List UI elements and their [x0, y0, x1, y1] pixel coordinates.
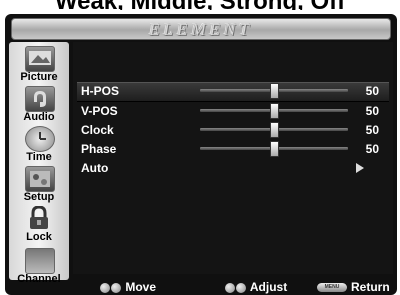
slider-thumb[interactable] — [270, 122, 279, 138]
brand-bar: ELEMENT — [11, 18, 391, 40]
menu-row-clock[interactable]: Clock 50 — [77, 122, 389, 140]
menu-panel: H-POS 50 V-POS 50 Clock 50 Phase 50 Auto — [73, 42, 393, 274]
osd-menu: ELEMENT Picture Audio Time Setup Lock Ch… — [5, 14, 397, 295]
return-hint: MENU Return — [317, 280, 390, 295]
clock-slider[interactable] — [200, 122, 348, 138]
adjust-hint: Adjust — [225, 280, 287, 295]
sidebar-item-time[interactable]: Time — [9, 124, 69, 164]
row-value: 50 — [365, 104, 379, 118]
sidebar-item-label: Time — [26, 151, 52, 163]
setup-icon — [25, 166, 55, 192]
right-button-icon — [236, 282, 246, 293]
move-hint: Move — [100, 280, 156, 295]
slider-thumb[interactable] — [270, 103, 279, 119]
menu-row-auto[interactable]: Auto — [77, 160, 389, 178]
menu-row-v-pos[interactable]: V-POS 50 — [77, 103, 389, 121]
sidebar-item-picture[interactable]: Picture — [9, 44, 69, 84]
return-hint-label: Return — [351, 280, 390, 294]
sidebar-item-label: Picture — [20, 71, 58, 83]
sidebar-item-label: Channel — [17, 273, 61, 285]
v-pos-slider[interactable] — [200, 103, 348, 119]
row-label: Auto — [81, 161, 109, 175]
h-pos-slider[interactable] — [200, 83, 348, 99]
sidebar-item-setup[interactable]: Setup — [9, 164, 69, 204]
slider-thumb[interactable] — [270, 141, 279, 157]
page-caption: Weak, Middle, Strong, Off — [0, 0, 400, 10]
row-value: 50 — [365, 123, 379, 137]
row-value: 50 — [365, 142, 379, 156]
row-label: Clock — [81, 123, 114, 137]
footer-hints: Move Adjust MENU Return — [75, 280, 393, 295]
menu-row-phase[interactable]: Phase 50 — [77, 141, 389, 159]
picture-icon — [25, 46, 55, 72]
row-label: V-POS — [81, 104, 118, 118]
audio-icon — [25, 86, 55, 112]
row-label: Phase — [81, 142, 117, 156]
sidebar-item-label: Setup — [23, 191, 55, 203]
brand-logo: ELEMENT — [149, 20, 253, 39]
row-label: H-POS — [81, 84, 120, 98]
phase-slider[interactable] — [200, 141, 348, 157]
sidebar-item-label: Audio — [23, 111, 55, 123]
menu-row-h-pos[interactable]: H-POS 50 — [77, 82, 389, 102]
left-button-icon — [225, 282, 235, 293]
menu-key-icon: MENU — [317, 283, 347, 293]
row-value: 50 — [365, 84, 379, 98]
time-icon — [25, 126, 55, 152]
sidebar-item-lock[interactable]: Lock — [9, 204, 69, 244]
sidebar-item-label: Lock — [26, 231, 52, 243]
sidebar-item-channel[interactable]: Channel — [9, 246, 69, 286]
slider-thumb[interactable] — [270, 83, 279, 99]
move-hint-label: Move — [125, 280, 157, 294]
channel-icon — [25, 248, 55, 274]
sidebar: Picture Audio Time Setup Lock Channel — [9, 42, 69, 285]
down-button-icon — [111, 282, 121, 293]
up-button-icon — [100, 282, 110, 293]
submenu-arrow-icon[interactable] — [356, 163, 364, 173]
sidebar-item-audio[interactable]: Audio — [9, 84, 69, 124]
lock-icon — [25, 205, 53, 230]
adjust-hint-label: Adjust — [249, 280, 288, 294]
